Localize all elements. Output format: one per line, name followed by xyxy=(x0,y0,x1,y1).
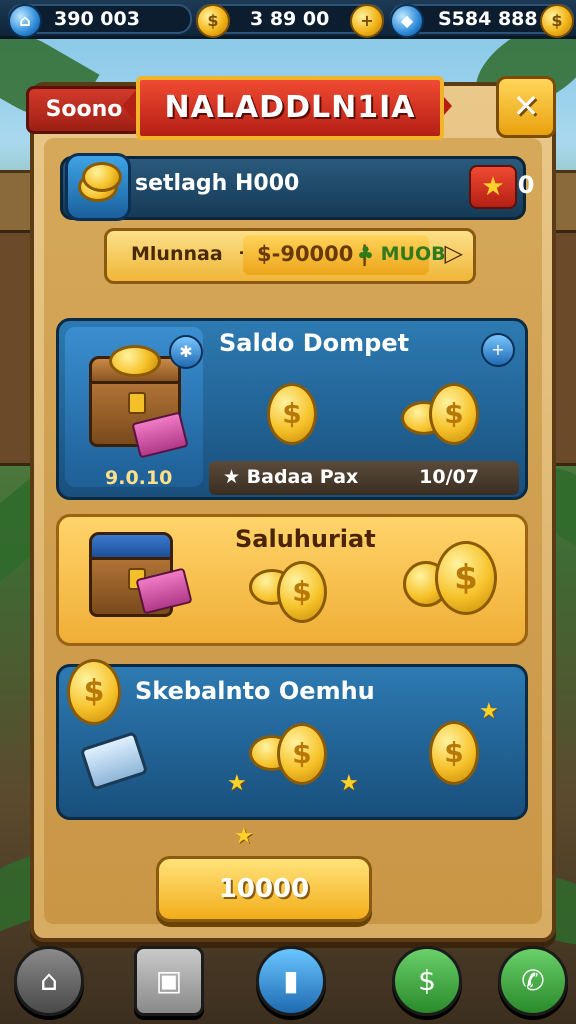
card-info-bar: ★ Badaa Pax 10/07 xyxy=(209,461,519,495)
sparkle-star-icon: ★ xyxy=(479,699,499,724)
resource-home-value: 390 003 xyxy=(54,8,140,30)
add-gem-icon[interactable]: $ xyxy=(540,4,574,38)
card-left-value: 9.0.10 xyxy=(105,467,173,489)
sparkle-star-icon: ★ xyxy=(339,771,359,796)
coin-icon: $ xyxy=(67,659,121,725)
coin-stack-icon xyxy=(65,153,131,221)
coin-icon: $ xyxy=(267,383,317,445)
phone-icon: ✆ xyxy=(521,964,545,997)
filter-tag: ♣ MUOB xyxy=(357,243,446,265)
close-icon: ✕ xyxy=(512,87,540,125)
coin-icon xyxy=(109,345,161,377)
treasure-nav-button[interactable]: $ xyxy=(392,946,462,1016)
page-title: NALADDLN1IA xyxy=(136,76,444,140)
card-title: Skebalnto Oemhu xyxy=(135,677,375,705)
resource-gem-value: S584 888 xyxy=(438,8,538,30)
card-saluhuriat[interactable]: Saluhuriat $ $ xyxy=(56,514,528,646)
coin-icon: $ xyxy=(429,721,479,785)
bag-nav-button[interactable]: ▣ xyxy=(134,946,204,1016)
favorite-button[interactable]: ★ xyxy=(469,165,517,209)
search-row[interactable]: setlagh H000 10 ★ xyxy=(60,153,534,221)
card-saldo-dompet[interactable]: ✱ Saldo Dompet + $ $ 9.0.10 ★ Badaa Pax … xyxy=(56,318,528,500)
sparkle-star-icon: ★ xyxy=(234,824,254,849)
filter-row[interactable]: Mlunnaa - $-90000 | ♣ MUOB ▷ xyxy=(104,228,476,284)
treasure-icon: $ xyxy=(418,964,436,997)
resource-gem[interactable]: ◆ S584 888 $ xyxy=(390,4,574,38)
resource-gold-value: 3 89 00 xyxy=(250,8,330,30)
resource-gold[interactable]: $ 3 89 00 + xyxy=(196,4,384,38)
search-row-label: setlagh H000 xyxy=(135,171,300,196)
bag-icon: ▣ xyxy=(155,964,183,997)
close-button[interactable]: ✕ xyxy=(496,76,556,138)
card-nav-button[interactable]: ▮ xyxy=(256,946,326,1016)
bar-value: 10/07 xyxy=(419,466,479,488)
coin-icon: $ xyxy=(435,541,497,615)
card-title: Saldo Dompet xyxy=(219,329,410,357)
home-nav-icon: ⌂ xyxy=(40,964,58,997)
info-icon[interactable]: ✱ xyxy=(169,335,203,369)
coin-icon: $ xyxy=(277,723,327,785)
card-icon: ▮ xyxy=(283,964,299,997)
bar-label: ★ Badaa Pax xyxy=(223,466,359,488)
gold-coin-icon: $ xyxy=(196,4,230,38)
banknote-icon xyxy=(79,731,149,791)
home-nav-button[interactable]: ⌂ xyxy=(14,946,84,1016)
coin-icon: $ xyxy=(429,383,479,445)
claim-button[interactable]: 10000 xyxy=(156,856,372,922)
resource-bar: ⌂ 390 003 $ 3 89 00 + ◆ S584 888 $ xyxy=(0,0,576,39)
filter-label: Mlunnaa xyxy=(131,243,223,265)
card-skebalnto-oemhu[interactable]: $ Skebalnto Oemhu $ $ ★ ★ ★ xyxy=(56,659,528,820)
coin-icon: $ xyxy=(277,561,327,623)
home-icon: ⌂ xyxy=(8,4,42,38)
resource-home[interactable]: ⌂ 390 003 xyxy=(8,4,192,38)
sparkle-star-icon: ★ xyxy=(227,771,247,796)
add-icon[interactable]: + xyxy=(481,333,515,367)
add-gold-icon[interactable]: + xyxy=(350,4,384,38)
arrow-right-icon[interactable]: ▷ xyxy=(445,239,463,267)
star-icon: ★ xyxy=(481,172,505,202)
filter-amount: $-90000 | xyxy=(257,242,369,266)
card-title: Saluhuriat xyxy=(235,525,376,553)
phone-nav-button[interactable]: ✆ xyxy=(498,946,568,1016)
blue-gem-icon: ◆ xyxy=(390,4,424,38)
